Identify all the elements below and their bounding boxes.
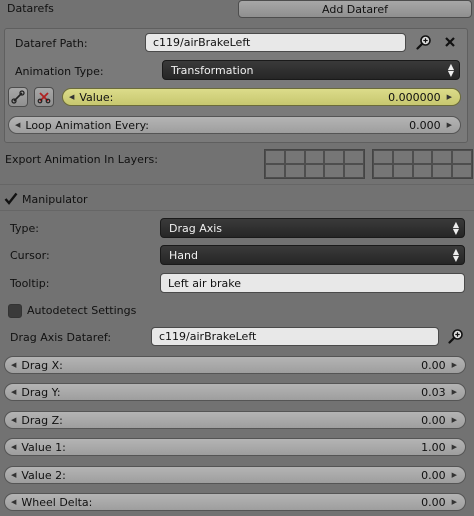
dropdown-arrows-icon: ▲ ▼ — [452, 220, 459, 236]
increment-arrow-icon[interactable]: ▶ — [447, 121, 452, 129]
decrement-arrow-icon[interactable]: ◀ — [15, 121, 20, 129]
increment-arrow-icon[interactable]: ▶ — [452, 416, 457, 424]
wheel-delta-field[interactable]: ◀ Wheel Delta: 0.00 ▶ — [4, 493, 466, 511]
type-select[interactable]: Drag Axis ▲ ▼ — [160, 218, 465, 238]
search-icon[interactable] — [415, 33, 433, 51]
value-2-field[interactable]: ◀ Value 2: 0.00 ▶ — [4, 466, 466, 484]
loop-animation-value: 0.000 — [409, 118, 441, 132]
drag-x-value: 0.00 — [421, 358, 446, 372]
increment-arrow-icon[interactable]: ▶ — [452, 361, 457, 369]
layer-grid-right[interactable] — [372, 149, 473, 179]
decrement-arrow-icon[interactable]: ◀ — [11, 498, 16, 506]
type-label: Type: — [10, 222, 39, 235]
decrement-arrow-icon[interactable]: ◀ — [11, 471, 16, 479]
increment-arrow-icon[interactable]: ▶ — [452, 471, 457, 479]
decrement-arrow-icon[interactable]: ◀ — [11, 443, 16, 451]
drag-axis-field[interactable]: c119/airBrakeLeft — [151, 327, 439, 346]
decrement-arrow-icon[interactable]: ◀ — [11, 416, 16, 424]
decrement-arrow-icon[interactable]: ◀ — [69, 93, 74, 101]
value-field[interactable]: ◀ Value: 0.000000 ▶ — [62, 88, 461, 106]
increment-arrow-icon[interactable]: ▶ — [452, 388, 457, 396]
autodetect-checkbox[interactable] — [8, 304, 22, 318]
drag-y-label: Drag Y: — [21, 385, 61, 399]
decrement-arrow-icon[interactable]: ◀ — [11, 388, 16, 396]
close-icon[interactable] — [441, 33, 459, 51]
value-1-field[interactable]: ◀ Value 1: 1.00 ▶ — [4, 438, 466, 456]
cursor-label: Cursor: — [10, 249, 50, 262]
datarefs-title: Datarefs — [7, 2, 54, 15]
increment-arrow-icon[interactable]: ▶ — [452, 498, 457, 506]
value-2-label: Value 2: — [21, 468, 66, 482]
increment-arrow-icon[interactable]: ▶ — [447, 93, 452, 101]
manipulator-title: Manipulator — [22, 193, 88, 206]
loop-animation-field[interactable]: ◀ Loop Animation Every: 0.000 ▶ — [8, 116, 461, 134]
tooltip-label: Tooltip: — [10, 277, 50, 290]
loop-animation-label: Loop Animation Every: — [25, 118, 150, 132]
value-2-value: 0.00 — [421, 468, 446, 482]
scissors-icon[interactable] — [34, 87, 54, 107]
value-1-value: 1.00 — [421, 440, 446, 454]
value-1-label: Value 1: — [21, 440, 66, 454]
animation-type-value: Transformation — [171, 63, 254, 77]
drag-axis-label: Drag Axis Dataref: — [10, 331, 112, 344]
add-dataref-button[interactable]: Add Dataref — [238, 0, 472, 18]
dataref-path-label: Dataref Path: — [15, 37, 88, 50]
divider — [0, 210, 474, 211]
wheel-delta-value: 0.00 — [421, 495, 446, 509]
value-label: Value: — [79, 90, 114, 104]
dropdown-arrows-icon: ▲ ▼ — [452, 247, 459, 263]
animation-type-label: Animation Type: — [15, 65, 104, 78]
dataref-path-value: c119/airBrakeLeft — [153, 36, 251, 49]
drag-z-label: Drag Z: — [21, 413, 63, 427]
drag-x-label: Drag X: — [21, 358, 63, 372]
wheel-delta-label: Wheel Delta: — [21, 495, 93, 509]
add-dataref-label: Add Dataref — [322, 2, 388, 16]
divider — [0, 184, 474, 185]
cursor-select[interactable]: Hand ▲ ▼ — [160, 245, 465, 265]
link-icon[interactable] — [8, 87, 28, 107]
dropdown-arrows-icon: ▲ ▼ — [447, 62, 454, 78]
tooltip-field[interactable]: Left air brake — [160, 273, 465, 293]
checkmark-icon — [4, 192, 18, 205]
drag-z-field[interactable]: ◀ Drag Z: 0.00 ▶ — [4, 411, 466, 429]
cursor-value: Hand — [169, 248, 198, 262]
type-value: Drag Axis — [169, 221, 223, 235]
autodetect-label: Autodetect Settings — [27, 304, 137, 317]
value-value: 0.000000 — [388, 90, 441, 104]
layer-grid-left[interactable] — [264, 149, 365, 179]
drag-x-field[interactable]: ◀ Drag X: 0.00 ▶ — [4, 356, 466, 374]
drag-y-field[interactable]: ◀ Drag Y: 0.03 ▶ — [4, 383, 466, 401]
dataref-path-field[interactable]: c119/airBrakeLeft — [145, 33, 406, 52]
search-icon[interactable] — [447, 327, 465, 345]
manipulator-checkbox[interactable] — [4, 192, 18, 206]
drag-axis-value: c119/airBrakeLeft — [159, 330, 257, 343]
export-layers-label: Export Animation In Layers: — [5, 153, 158, 166]
drag-y-value: 0.03 — [421, 385, 446, 399]
drag-z-value: 0.00 — [421, 413, 446, 427]
increment-arrow-icon[interactable]: ▶ — [452, 443, 457, 451]
animation-type-select[interactable]: Transformation ▲ ▼ — [162, 60, 460, 80]
decrement-arrow-icon[interactable]: ◀ — [11, 361, 16, 369]
tooltip-value: Left air brake — [168, 276, 241, 290]
